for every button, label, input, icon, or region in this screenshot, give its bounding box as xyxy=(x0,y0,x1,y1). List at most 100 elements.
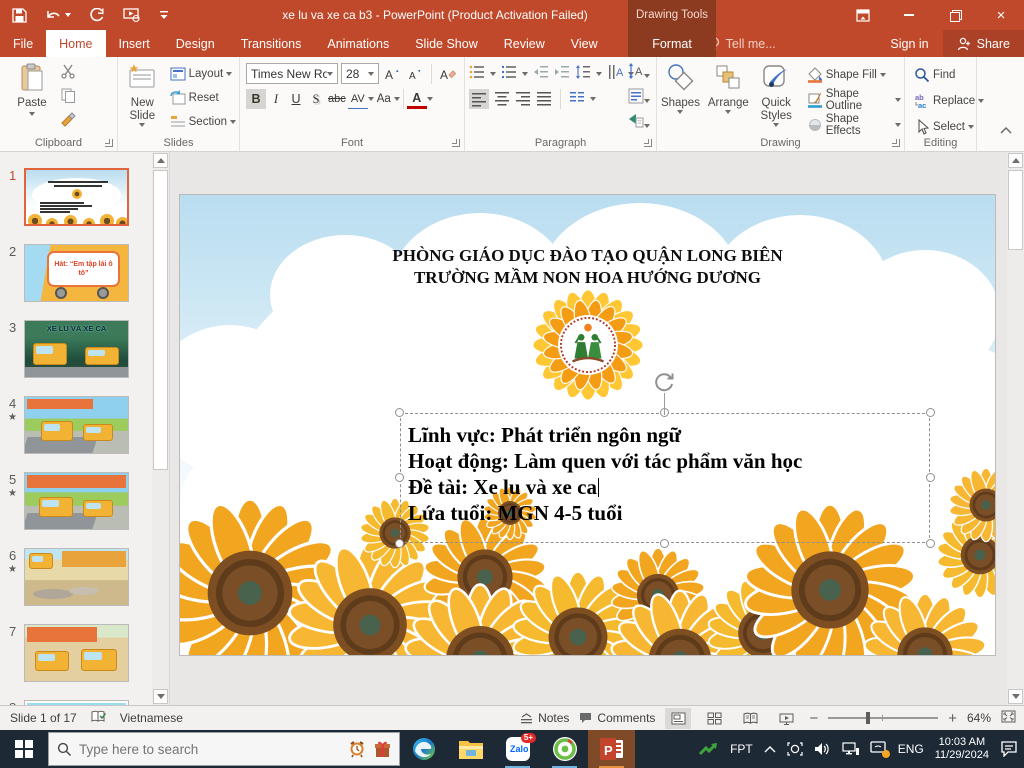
align-text-icon[interactable] xyxy=(628,88,650,107)
shape-outline-button[interactable]: Shape Outline xyxy=(804,89,904,111)
tab-format[interactable]: Format xyxy=(652,30,692,57)
start-from-beginning-icon[interactable] xyxy=(123,8,141,22)
action-center-icon[interactable] xyxy=(1000,741,1018,757)
selection-handle-e[interactable] xyxy=(926,473,935,482)
copy-icon[interactable] xyxy=(60,87,76,106)
tab-transitions[interactable]: Transitions xyxy=(228,30,315,57)
tab-insert[interactable]: Insert xyxy=(106,30,163,57)
font-size-select[interactable]: 28 xyxy=(341,63,379,84)
bold-button[interactable]: B xyxy=(246,89,266,109)
undo-icon[interactable] xyxy=(45,8,71,22)
taskbar-search-box[interactable] xyxy=(48,732,400,766)
spell-check-icon[interactable] xyxy=(91,710,106,726)
columns-icon[interactable] xyxy=(569,90,585,109)
change-case-button[interactable]: Aa xyxy=(374,89,394,109)
quick-styles-dropdown-icon[interactable] xyxy=(773,123,779,127)
tab-home[interactable]: Home xyxy=(46,30,105,57)
undo-dropdown-icon[interactable] xyxy=(65,13,71,17)
slideshow-view-button[interactable] xyxy=(773,708,799,729)
cut-icon[interactable] xyxy=(60,63,76,82)
zoom-out-button[interactable]: − xyxy=(809,710,818,727)
paste-dropdown-icon[interactable] xyxy=(29,112,35,116)
fit-slide-button[interactable] xyxy=(1001,710,1016,726)
tab-file[interactable]: File xyxy=(0,30,46,57)
strikethrough-button[interactable]: abc xyxy=(326,89,348,109)
tab-view[interactable]: View xyxy=(558,30,611,57)
thumb-scroll-down-icon[interactable] xyxy=(153,689,168,704)
select-button[interactable]: Select xyxy=(911,116,976,138)
selection-handle-sw[interactable] xyxy=(395,539,404,548)
selection-handle-ne[interactable] xyxy=(926,408,935,417)
decrease-indent-icon[interactable] xyxy=(533,64,549,83)
character-spacing-button[interactable]: AV xyxy=(348,89,368,109)
notes-button[interactable]: Notes xyxy=(520,711,569,725)
quick-styles-button[interactable]: Quick Styles xyxy=(753,57,800,131)
text-shadow-button[interactable]: S xyxy=(306,89,326,109)
underline-button[interactable]: U xyxy=(286,89,306,109)
new-slide-button[interactable]: New Slide xyxy=(118,57,167,131)
ribbon-display-options-icon[interactable] xyxy=(840,0,886,30)
selection-handle-s[interactable] xyxy=(660,539,669,548)
zoom-slider-thumb[interactable] xyxy=(866,712,870,724)
alarm-clock-icon[interactable] xyxy=(348,740,366,758)
school-logo[interactable] xyxy=(530,287,646,403)
shape-fill-button[interactable]: Shape Fill xyxy=(804,64,904,86)
clear-formatting-icon[interactable]: A xyxy=(438,64,458,84)
selected-text-box[interactable]: Lĩnh vực: Phát triển ngôn ngữ Hoạt động:… xyxy=(400,413,930,543)
paragraph-dialog-launcher[interactable] xyxy=(644,139,652,147)
font-color-button[interactable]: A xyxy=(407,89,427,109)
collapse-ribbon-icon[interactable] xyxy=(1000,125,1012,137)
italic-button[interactable]: I xyxy=(266,89,286,109)
format-painter-icon[interactable] xyxy=(60,111,76,130)
taskbar-edge-icon[interactable] xyxy=(400,730,447,768)
screen-record-icon[interactable] xyxy=(787,742,803,756)
selection-handle-w[interactable] xyxy=(395,473,404,482)
find-button[interactable]: Find xyxy=(911,64,976,86)
tab-animations[interactable]: Animations xyxy=(314,30,402,57)
save-icon[interactable] xyxy=(12,8,27,23)
network-icon[interactable] xyxy=(842,742,859,756)
reading-view-button[interactable] xyxy=(737,708,763,729)
taskbar-powerpoint-icon[interactable]: P xyxy=(588,730,635,768)
gift-icon[interactable] xyxy=(374,740,391,758)
change-case-dropdown-icon[interactable] xyxy=(394,97,400,101)
tab-slideshow[interactable]: Slide Show xyxy=(402,30,491,57)
font-color-dropdown-icon[interactable] xyxy=(427,97,433,101)
arrange-dropdown-icon[interactable] xyxy=(725,110,731,114)
layout-button[interactable]: Layout xyxy=(167,63,239,85)
text-align-vertical-icon[interactable]: A xyxy=(628,63,650,82)
comments-button[interactable]: Comments xyxy=(579,711,655,725)
input-language-indicator[interactable]: ENG xyxy=(898,742,924,756)
customize-qat-icon[interactable] xyxy=(159,10,169,20)
increase-font-icon[interactable]: A xyxy=(382,64,402,84)
line-spacing-icon[interactable] xyxy=(575,64,591,83)
slide-sorter-view-button[interactable] xyxy=(701,708,727,729)
zoom-in-button[interactable]: + xyxy=(948,710,957,727)
reset-button[interactable]: Reset xyxy=(167,87,239,109)
thumb-scroll-thumb[interactable] xyxy=(153,170,168,470)
thumbnail-scrollbar[interactable] xyxy=(152,152,169,705)
restore-button[interactable] xyxy=(932,0,978,30)
convert-smartart-icon[interactable] xyxy=(628,113,650,132)
selection-handle-nw[interactable] xyxy=(395,408,404,417)
taskbar-file-explorer-icon[interactable] xyxy=(447,730,494,768)
zoom-level[interactable]: 64% xyxy=(967,711,991,725)
new-slide-dropdown-icon[interactable] xyxy=(139,123,145,127)
drawing-dialog-launcher[interactable] xyxy=(892,139,900,147)
selection-handle-se[interactable] xyxy=(926,539,935,548)
text-box-content[interactable]: Lĩnh vực: Phát triển ngôn ngữ Hoạt động:… xyxy=(401,414,929,526)
screen-share-icon[interactable] xyxy=(870,741,887,758)
taskbar-coccoc-icon[interactable] xyxy=(541,730,588,768)
decrease-font-icon[interactable]: A xyxy=(405,64,425,84)
canvas-scroll-down-icon[interactable] xyxy=(1008,689,1023,704)
start-button[interactable] xyxy=(0,730,48,768)
canvas-scrollbar[interactable] xyxy=(1007,152,1024,705)
align-right-button[interactable] xyxy=(515,90,531,109)
rotation-handle-icon[interactable] xyxy=(653,371,676,394)
section-button[interactable]: Section xyxy=(167,111,239,133)
tray-expand-chevron-icon[interactable] xyxy=(764,745,776,753)
fpt-logo-icon[interactable] xyxy=(699,741,719,757)
tab-design[interactable]: Design xyxy=(163,30,228,57)
search-input[interactable] xyxy=(79,742,340,757)
paste-button[interactable]: Paste xyxy=(4,57,60,131)
